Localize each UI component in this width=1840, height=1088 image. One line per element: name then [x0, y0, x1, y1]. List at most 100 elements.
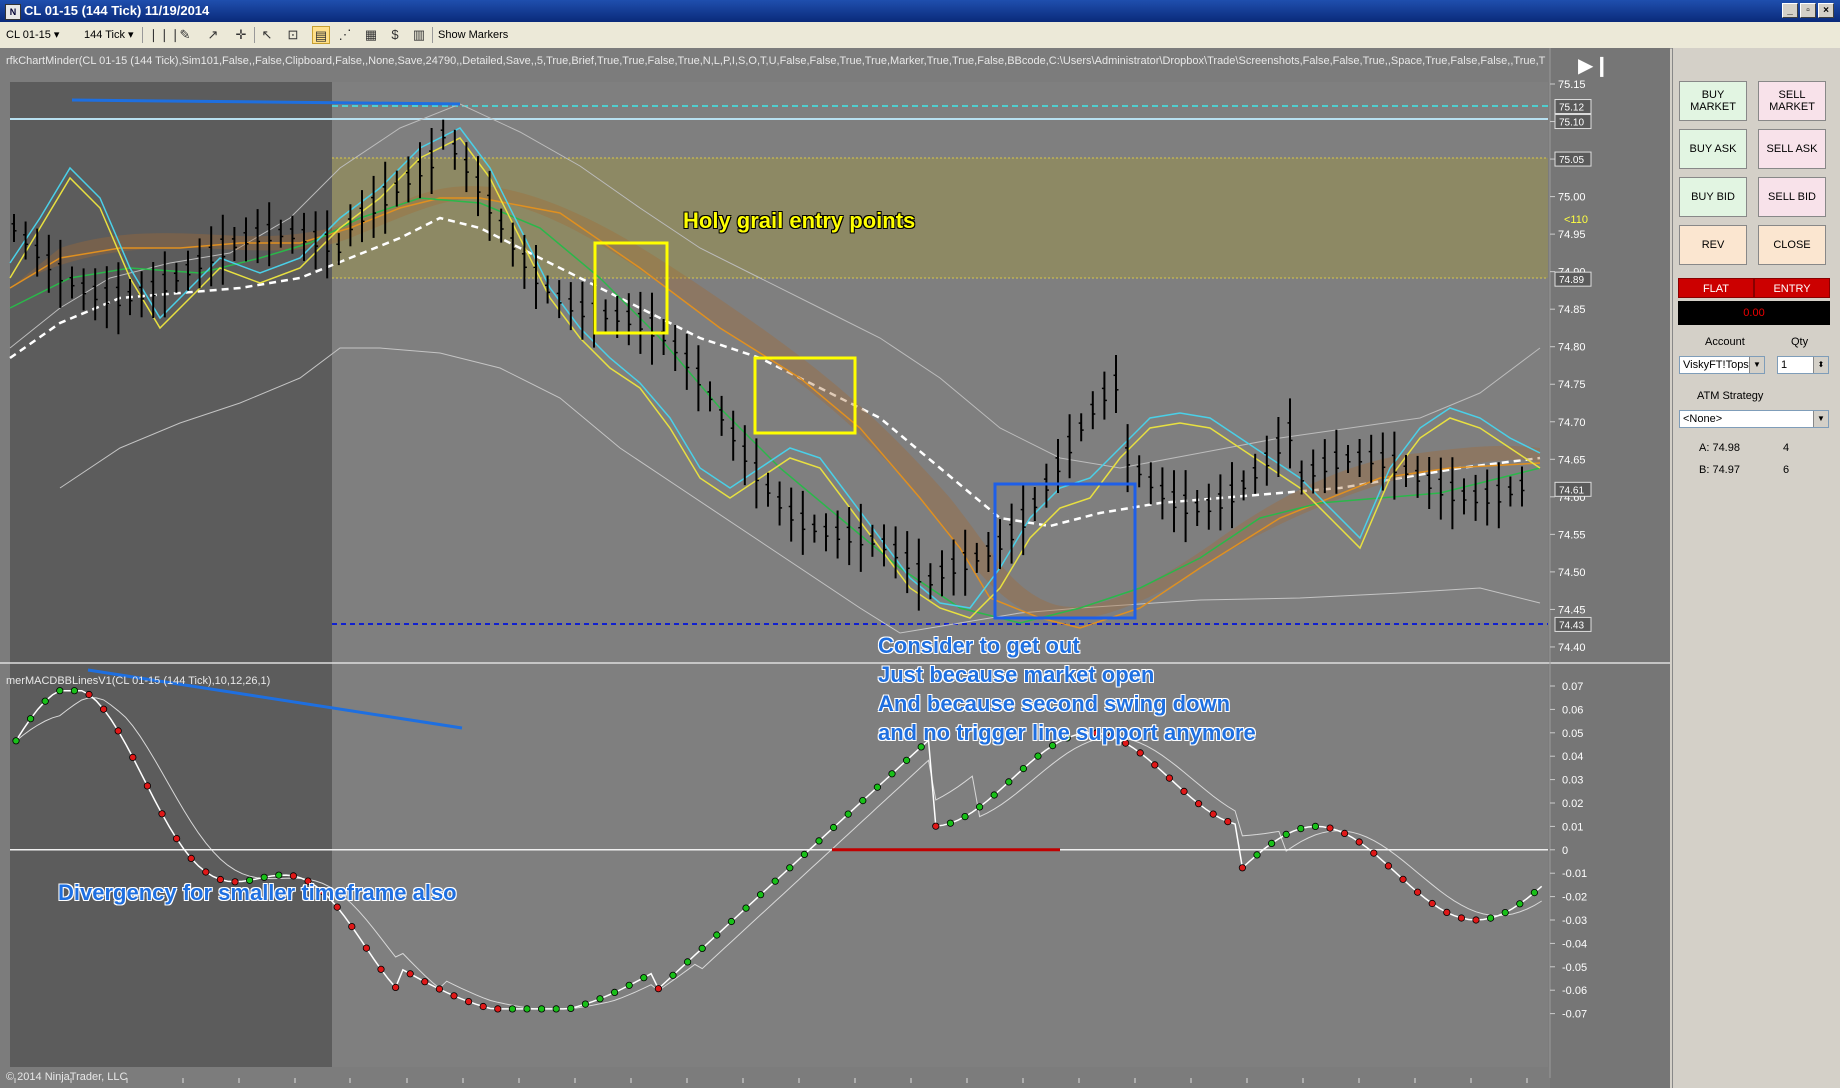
macd-dot — [1282, 830, 1290, 839]
price-tick-label: 74.55 — [1558, 529, 1586, 541]
macd-dot — [1326, 824, 1334, 832]
zoom-icon[interactable]: ⊡ — [284, 26, 302, 44]
marker-110-label: <110 — [1564, 214, 1588, 226]
chart-area[interactable]: ▶❙75.1575.1075.0575.0074.9574.9074.8574.… — [0, 48, 1670, 1088]
buy-ask-button[interactable]: BUY ASK — [1679, 129, 1747, 169]
macd-dot — [859, 796, 867, 805]
macd-dot — [946, 819, 955, 827]
macd-dot — [1005, 778, 1013, 786]
minimize-button[interactable]: _ — [1782, 3, 1798, 18]
arrow-tool-icon[interactable]: ↗ — [204, 26, 222, 44]
consider-annotation-line-3: And because second swing down — [878, 691, 1231, 716]
macd-dot — [450, 992, 458, 1000]
price-chart-svg: ▶❙75.1575.1075.0575.0074.9574.9074.8574.… — [0, 48, 1670, 1088]
macd-dot — [1268, 839, 1276, 848]
indicators-icon[interactable]: ⋰ — [336, 26, 354, 44]
macd-tick-label: -0.03 — [1562, 915, 1587, 927]
chart-trader-icon[interactable]: ▤ — [312, 26, 330, 44]
macd-dot — [85, 690, 93, 699]
toolbar-separator — [432, 27, 433, 43]
copyright-label: © 2014 NinjaTrader, LLC — [6, 1071, 127, 1083]
show-markers-button[interactable]: Show Markers — [438, 26, 508, 44]
macd-dot — [610, 988, 619, 997]
bar-type-icon[interactable]: ❘❘❘ — [148, 26, 181, 44]
crosshair-icon[interactable]: ✛ — [232, 26, 250, 44]
toolbar-separator — [142, 27, 143, 43]
macd-dot — [990, 791, 998, 799]
macd-dot — [100, 705, 108, 713]
qty-label: Qty — [1791, 336, 1809, 348]
account-select[interactable]: ViskyFT!Topst ▼ — [1679, 356, 1765, 374]
macd-dot — [1516, 900, 1524, 908]
instrument-selector[interactable]: CL 01-15 ▾ — [6, 26, 59, 44]
chevron-down-icon[interactable]: ▼ — [1749, 357, 1764, 373]
pnl-display: 0.00 — [1678, 301, 1830, 325]
macd-dot — [12, 737, 20, 745]
macd-dot — [129, 753, 137, 762]
quantity-stepper[interactable]: 1 ⬍ — [1777, 356, 1829, 374]
macd-dot — [1209, 810, 1217, 818]
macd-dot — [669, 971, 677, 979]
macd-tick-label: -0.02 — [1562, 892, 1587, 904]
account-label: Account — [1705, 336, 1745, 348]
macd-dot — [800, 850, 809, 859]
macd-dot — [187, 854, 195, 863]
strategy-icon[interactable]: $ — [386, 26, 404, 44]
period-selector[interactable]: 144 Tick ▾ — [84, 26, 134, 44]
reverse-button[interactable]: REV — [1679, 225, 1747, 265]
close-button[interactable]: × — [1818, 3, 1834, 18]
macd-dot — [844, 810, 852, 818]
sell-bid-button[interactable]: SELL BID — [1758, 177, 1826, 217]
macd-dot — [1253, 851, 1261, 859]
maximize-button[interactable]: ▫ — [1800, 3, 1816, 18]
macd-dot — [1501, 908, 1509, 917]
macd-dot — [1165, 774, 1174, 782]
macd-tick-label: -0.06 — [1562, 985, 1587, 997]
macd-dot — [1180, 787, 1188, 796]
macd-dot — [377, 965, 385, 973]
macd-dot — [596, 995, 604, 1003]
macd-dot — [1530, 888, 1539, 897]
macd-dot — [932, 822, 940, 830]
macd-tick-label: -0.05 — [1562, 962, 1587, 974]
macd-dot — [771, 877, 779, 885]
macd-tick-label: -0.04 — [1562, 938, 1587, 950]
macd-dot — [567, 1004, 575, 1013]
macd-dot — [1311, 822, 1320, 831]
buy-bid-button[interactable]: BUY BID — [1679, 177, 1747, 217]
properties-icon[interactable]: ▦ — [362, 26, 380, 44]
ask-price: A: 74.98 — [1699, 442, 1740, 454]
chart-trader-panel: BUY MARKET SELL MARKET BUY ASK SELL ASK … — [1672, 48, 1840, 1088]
macd-dot — [1414, 888, 1422, 896]
consider-annotation-line-2: Just because market open — [878, 662, 1155, 687]
macd-dot — [1457, 914, 1466, 922]
price-tick-label: 75.15 — [1558, 79, 1586, 91]
atm-strategy-select[interactable]: <None> ▼ — [1679, 410, 1829, 428]
data-box-icon[interactable]: ▥ — [410, 26, 428, 44]
macd-indicator-label: merMACDBBLinesV1(CL 01-15 (144 Tick),10,… — [6, 675, 270, 687]
macd-dot — [421, 978, 429, 986]
price-tag-label: 75.12 — [1559, 103, 1584, 114]
spinner-icon[interactable]: ⬍ — [1813, 357, 1828, 373]
bid-price: B: 74.97 — [1699, 464, 1740, 476]
bid-size: 6 — [1783, 464, 1790, 476]
macd-dot — [888, 770, 896, 778]
buy-market-button[interactable]: BUY MARKET — [1679, 81, 1747, 121]
sell-ask-button[interactable]: SELL ASK — [1758, 129, 1826, 169]
app-icon: N — [5, 4, 21, 20]
sell-market-button[interactable]: SELL MARKET — [1758, 81, 1826, 121]
price-tick-label: 74.70 — [1558, 417, 1586, 429]
cursor-icon[interactable]: ↖ — [258, 26, 276, 44]
macd-dot — [698, 944, 706, 953]
macd-dot — [829, 823, 838, 832]
draw-pencil-icon[interactable]: ✎ — [176, 26, 194, 44]
price-tick-label: 74.50 — [1558, 567, 1586, 579]
close-position-button[interactable]: CLOSE — [1758, 225, 1826, 265]
macd-tick-label: -0.07 — [1562, 1009, 1587, 1021]
indicator-label: rfkChartMinder(CL 01-15 (144 Tick),Sim10… — [6, 55, 1546, 67]
macd-dot — [1151, 761, 1159, 769]
chevron-down-icon[interactable]: ▼ — [1813, 411, 1828, 427]
macd-dot — [1443, 908, 1451, 917]
macd-tick-label: 0.06 — [1562, 704, 1583, 716]
consider-annotation-line-1: Consider to get out — [878, 633, 1080, 658]
